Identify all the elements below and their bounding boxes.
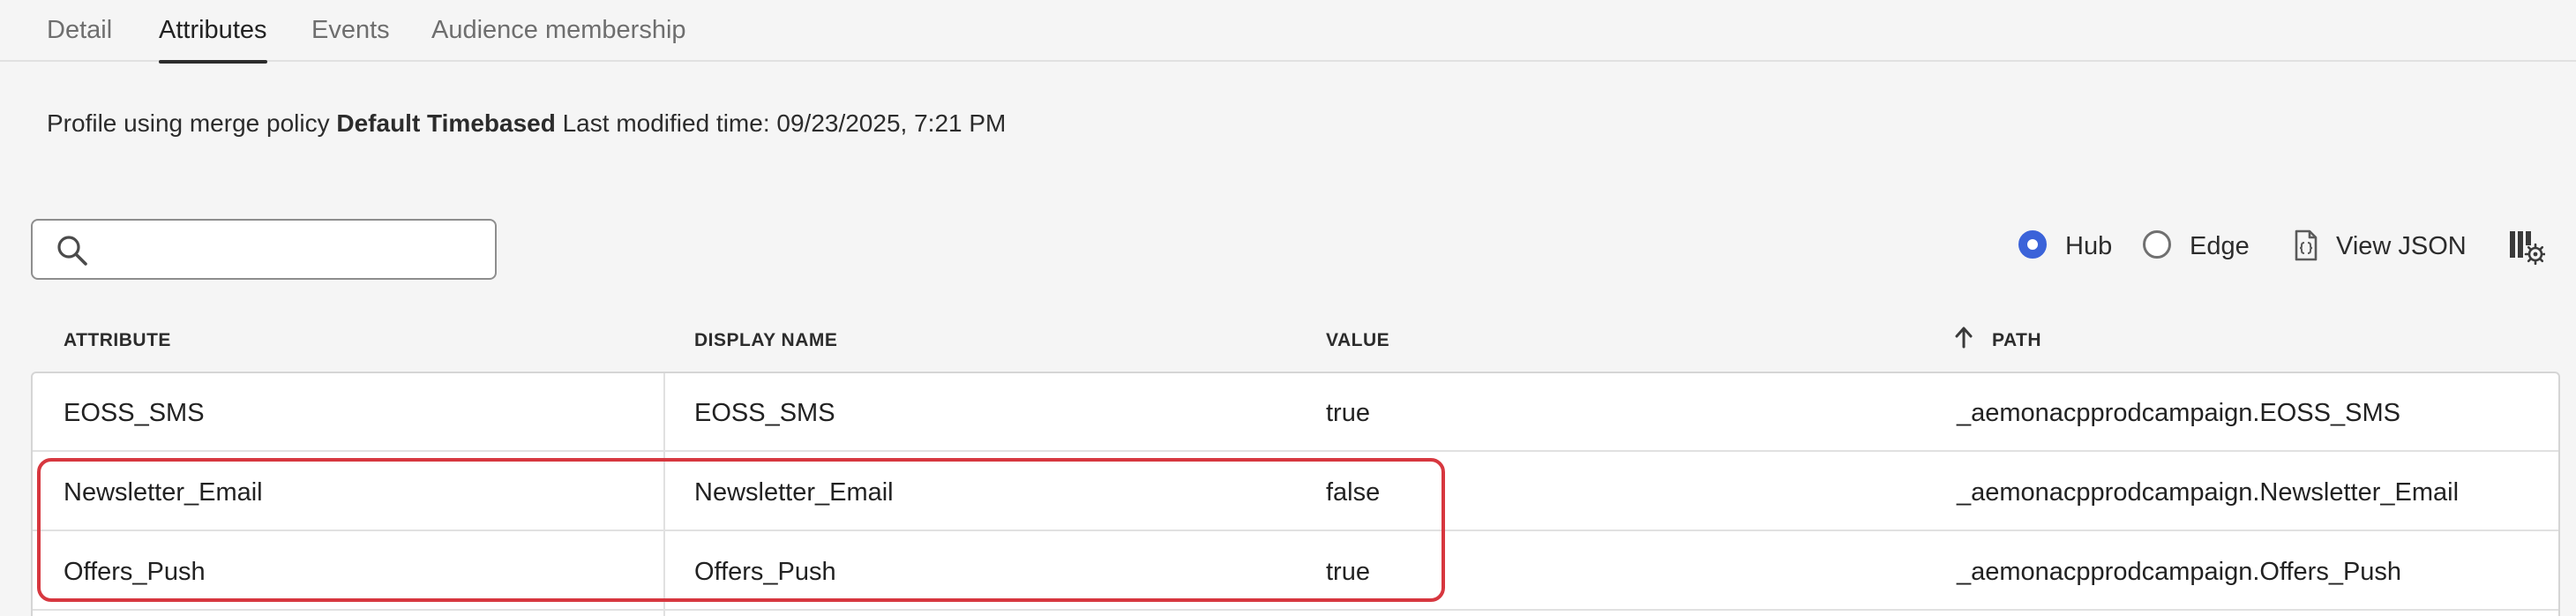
- profile-tabs: Detail Attributes Events Audience member…: [0, 0, 2576, 64]
- cell-display-name: Newsletter_Email: [694, 478, 894, 507]
- cell-display-name: Offers_Push: [694, 558, 836, 586]
- view-json-button[interactable]: View JSON: [2336, 229, 2467, 264]
- search-icon: [57, 236, 87, 266]
- cell-path: _aemonacpprodcampaign.EOSS_SMS: [1957, 399, 2400, 427]
- cell-path: _aemonacpprodcampaign.Offers_Push: [1957, 558, 2402, 586]
- table-row[interactable]: EOSS_SMS EOSS_SMS true _aemonacpprodcamp…: [33, 373, 2558, 452]
- column-header-path[interactable]: PATH: [1992, 328, 2041, 353]
- merge-policy-prefix: Profile using merge policy: [47, 109, 330, 137]
- column-header-display-name[interactable]: DISPLAY NAME: [694, 328, 837, 353]
- edge-radio[interactable]: [2143, 230, 2171, 259]
- edge-label[interactable]: Edge: [2190, 229, 2250, 264]
- attributes-table: EOSS_SMS EOSS_SMS true _aemonacpprodcamp…: [31, 372, 2560, 616]
- cell-value: false: [1326, 478, 1381, 507]
- tab-attributes[interactable]: Attributes: [159, 12, 267, 64]
- last-modified-time: 09/23/2025, 7:21 PM: [776, 109, 1007, 137]
- cell-attribute: Offers_Push: [64, 558, 206, 586]
- cell-display-name: EOSS_SMS: [694, 399, 835, 427]
- cell-value: true: [1326, 558, 1370, 586]
- column-settings-icon[interactable]: [2508, 228, 2545, 265]
- sort-ascending-icon[interactable]: [1954, 326, 1973, 349]
- cell-attribute: EOSS_SMS: [64, 399, 205, 427]
- table-row[interactable]: Offers_Push Offers_Push true _aemonacppr…: [33, 532, 2558, 611]
- json-file-icon[interactable]: [2294, 229, 2318, 261]
- tab-events[interactable]: Events: [311, 12, 390, 62]
- cell-attribute: Newsletter_Email: [64, 478, 263, 507]
- attribute-search[interactable]: [31, 219, 497, 280]
- cell-value: true: [1326, 399, 1370, 427]
- tab-detail[interactable]: Detail: [47, 12, 112, 62]
- column-header-value[interactable]: VALUE: [1326, 328, 1389, 353]
- merge-policy-info: Profile using merge policy Default Timeb…: [47, 106, 1006, 141]
- tab-audience-membership[interactable]: Audience membership: [431, 12, 686, 62]
- table-row[interactable]: Newsletter_Email Newsletter_Email false …: [33, 453, 2558, 531]
- last-modified-label: Last modified time:: [562, 109, 770, 137]
- column-header-attribute[interactable]: ATTRIBUTE: [64, 328, 171, 353]
- search-input[interactable]: [101, 226, 481, 274]
- cell-path: _aemonacpprodcampaign.Newsletter_Email: [1957, 478, 2460, 507]
- hub-label[interactable]: Hub: [2065, 229, 2112, 264]
- merge-policy-name: Default Timebased: [336, 109, 556, 137]
- hub-radio[interactable]: [2018, 230, 2047, 259]
